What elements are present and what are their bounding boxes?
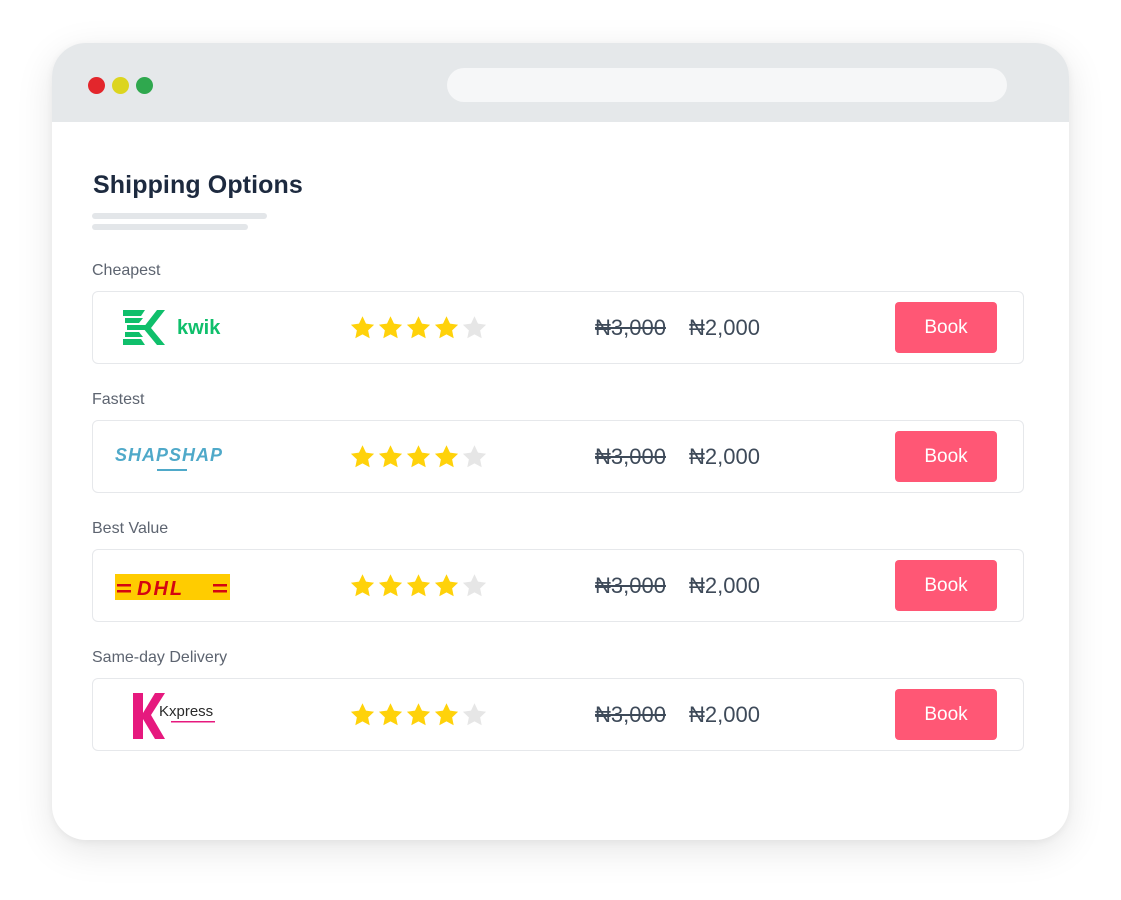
rating-stars xyxy=(349,443,488,473)
star-filled-icon xyxy=(350,445,375,468)
book-button[interactable]: Book xyxy=(895,431,997,482)
shipping-option-card: Kxpress ₦3,000 ₦2,000 Book xyxy=(92,678,1024,751)
rating-stars xyxy=(349,701,488,731)
star-filled-icon xyxy=(378,574,403,597)
page-title: Shipping Options xyxy=(93,171,303,199)
star-filled-icon xyxy=(350,574,375,597)
star-filled-icon xyxy=(406,703,431,726)
rating-stars xyxy=(349,572,488,602)
kxpress-logo: Kxpress xyxy=(113,679,273,752)
discounted-price: ₦2,000 xyxy=(689,573,760,598)
book-button[interactable]: Book xyxy=(895,560,997,611)
star-empty-icon xyxy=(462,316,487,339)
section-label-same-day-delivery: Same-day Delivery xyxy=(92,649,228,666)
svg-text:DHL: DHL xyxy=(137,578,184,600)
section-label-best-value: Best Value xyxy=(92,520,169,537)
original-price: ₦3,000 xyxy=(595,444,666,469)
svg-text:SHAPSHAP: SHAPSHAP xyxy=(115,445,223,465)
section-label-cheapest: Cheapest xyxy=(92,262,161,279)
address-bar[interactable] xyxy=(447,68,1007,102)
svg-text:kwik: kwik xyxy=(177,317,221,339)
discounted-price: ₦2,000 xyxy=(689,702,760,727)
shapshap-logo: SHAPSHAP xyxy=(113,421,273,494)
dhl-logo: DHL xyxy=(113,550,273,623)
title-underline-secondary xyxy=(92,224,248,230)
original-price: ₦3,000 xyxy=(595,573,666,598)
star-filled-icon xyxy=(378,445,403,468)
minimize-window-button[interactable] xyxy=(112,77,129,94)
kwik-logo: kwik xyxy=(113,292,273,365)
discounted-price: ₦2,000 xyxy=(689,444,760,469)
star-filled-icon xyxy=(406,445,431,468)
star-filled-icon xyxy=(406,316,431,339)
star-empty-icon xyxy=(462,445,487,468)
star-empty-icon xyxy=(462,703,487,726)
title-underline xyxy=(92,213,267,219)
star-filled-icon xyxy=(378,316,403,339)
browser-window: Shipping Options Cheapest kwik ₦3,000 ₦2… xyxy=(52,43,1069,840)
discounted-price: ₦2,000 xyxy=(689,315,760,340)
star-filled-icon xyxy=(434,316,459,339)
book-button[interactable]: Book xyxy=(895,302,997,353)
shipping-option-card: SHAPSHAP ₦3,000 ₦2,000 Book xyxy=(92,420,1024,493)
star-filled-icon xyxy=(406,574,431,597)
svg-text:Kxpress: Kxpress xyxy=(159,703,213,720)
star-filled-icon xyxy=(350,703,375,726)
rating-stars xyxy=(349,314,488,344)
star-empty-icon xyxy=(462,574,487,597)
shipping-option-card: DHL ₦3,000 ₦2,000 Book xyxy=(92,549,1024,622)
shipping-option-card: kwik ₦3,000 ₦2,000 Book xyxy=(92,291,1024,364)
star-filled-icon xyxy=(378,703,403,726)
maximize-window-button[interactable] xyxy=(136,77,153,94)
book-button[interactable]: Book xyxy=(895,689,997,740)
section-label-fastest: Fastest xyxy=(92,391,145,408)
star-filled-icon xyxy=(434,445,459,468)
browser-titlebar xyxy=(52,43,1069,122)
star-filled-icon xyxy=(350,316,375,339)
star-filled-icon xyxy=(434,703,459,726)
star-filled-icon xyxy=(434,574,459,597)
close-window-button[interactable] xyxy=(88,77,105,94)
original-price: ₦3,000 xyxy=(595,702,666,727)
original-price: ₦3,000 xyxy=(595,315,666,340)
